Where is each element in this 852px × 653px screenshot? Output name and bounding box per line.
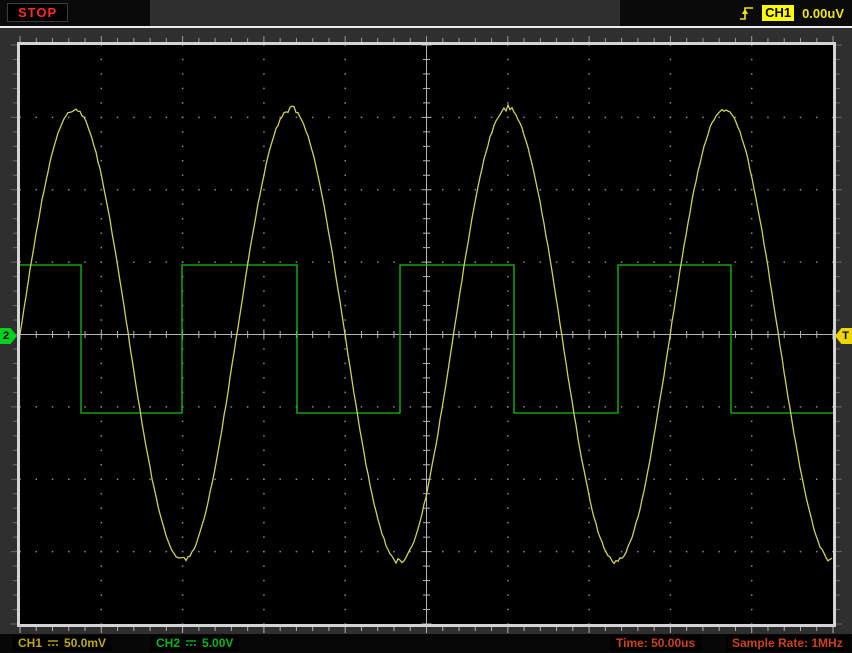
ch1-scale-value: 50.0mV [64,636,106,650]
trigger-marker-label: T [842,328,849,344]
ch1-label: CH1 [18,636,42,650]
trigger-level-marker[interactable]: T [835,328,852,344]
toolbar-separator [0,26,852,28]
trigger-status-panel: CH1 0.00uV [620,0,852,26]
scope-graticule-frame [17,42,836,627]
rising-edge-trigger-icon [739,5,754,22]
sample-rate-readout: Sample Rate: 1MHz [726,635,849,651]
timebase-value: Time: 50.00us [616,636,695,650]
oscilloscope-window: STOP CH1 0.00uV 2 T CH1 [0,0,852,653]
dc-coupling-icon [47,636,59,650]
ch2-scale-box[interactable]: CH2 5.00V [150,635,239,651]
ch2-label: CH2 [156,636,180,650]
waveform-canvas [20,45,833,624]
ch2-marker-label: 2 [3,328,9,344]
timebase-readout: Time: 50.00us [610,635,701,651]
ch2-ground-marker[interactable]: 2 [0,328,17,344]
ch2-scale-value: 5.00V [202,636,233,650]
dc-coupling-icon [185,636,197,650]
trigger-source-badge[interactable]: CH1 [762,5,794,21]
trigger-level-readout: 0.00uV [802,6,844,21]
stop-button[interactable]: STOP [7,3,68,22]
status-bar: CH1 50.0mV CH2 5.00V Time: 50.00us [0,634,852,653]
ch1-scale-box[interactable]: CH1 50.0mV [12,635,112,651]
sample-rate-value: Sample Rate: 1MHz [732,636,843,650]
